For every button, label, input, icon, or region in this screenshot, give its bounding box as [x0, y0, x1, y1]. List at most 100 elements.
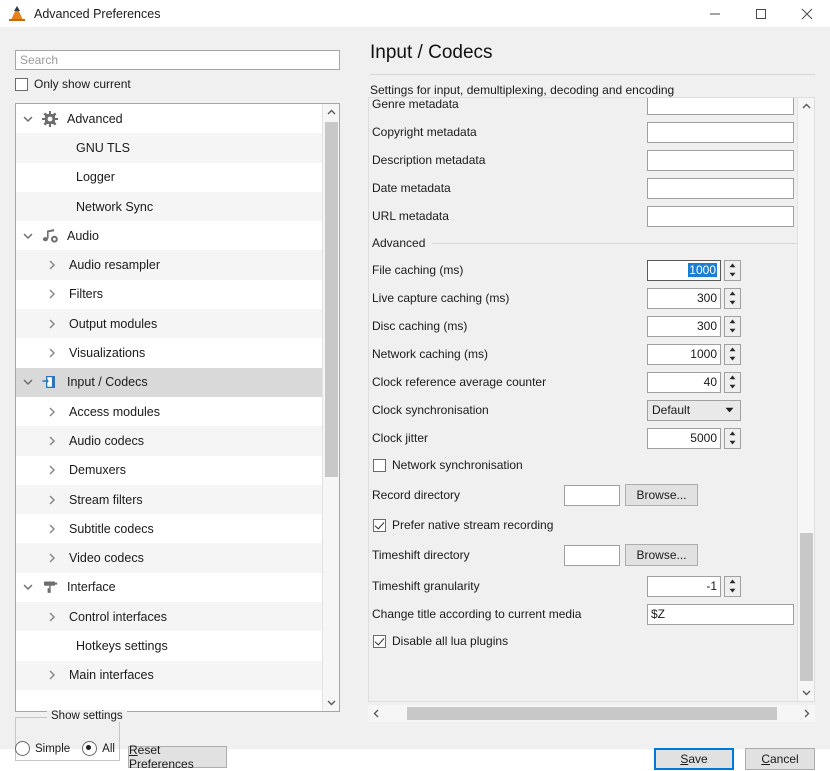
- tree-item-advanced[interactable]: Advanced: [16, 104, 322, 133]
- metadata-input[interactable]: [647, 205, 794, 227]
- chevron-right-icon[interactable]: [40, 670, 64, 680]
- save-button[interactable]: Save: [654, 748, 734, 770]
- spin-up-icon[interactable]: [725, 577, 740, 587]
- tree-scroll-down-icon[interactable]: [323, 694, 339, 711]
- spinbox-value[interactable]: 5000: [647, 427, 721, 449]
- tree-scrollbar-thumb[interactable]: [325, 122, 338, 477]
- settings-scroll-up-icon[interactable]: [798, 98, 814, 115]
- chevron-right-icon[interactable]: [40, 319, 64, 329]
- spinbox[interactable]: -1: [647, 575, 741, 597]
- tree-vertical-scrollbar[interactable]: [322, 104, 339, 711]
- metadata-input[interactable]: [647, 121, 794, 143]
- settings-tree-panel[interactable]: Advanced GNU TLS Logger Network Sync Audio Au…: [15, 103, 340, 712]
- hscroll-thumb[interactable]: [407, 707, 777, 720]
- spin-up-icon[interactable]: [725, 261, 740, 271]
- spin-down-icon[interactable]: [725, 382, 740, 392]
- spinbox-value[interactable]: -1: [647, 575, 721, 597]
- disable-lua-checkbox[interactable]: [373, 634, 386, 648]
- spin-down-icon[interactable]: [725, 326, 740, 336]
- settings-vertical-scrollbar[interactable]: [797, 98, 814, 701]
- spinbox-buttons[interactable]: [724, 427, 741, 449]
- settings-scroll-area[interactable]: Genre metadata Copyright metadata Descript…: [368, 97, 815, 702]
- tree-item-stream-filters[interactable]: Stream filters: [16, 484, 322, 515]
- tree-item-gnu-tls[interactable]: GNU TLS: [16, 133, 322, 163]
- spinbox-buttons[interactable]: [724, 315, 741, 337]
- chevron-down-icon[interactable]: [16, 232, 40, 240]
- tree-item-logger[interactable]: Logger: [16, 163, 322, 192]
- settings-scroll-right-icon[interactable]: [798, 705, 815, 722]
- spinbox-buttons[interactable]: [724, 343, 741, 365]
- spinbox-value[interactable]: 40: [647, 371, 721, 393]
- record-directory-input[interactable]: [564, 484, 620, 506]
- spinbox[interactable]: 5000: [647, 427, 741, 449]
- tree-item-visualizations[interactable]: Visualizations: [16, 338, 322, 367]
- tree-scroll-up-icon[interactable]: [323, 104, 339, 121]
- tree-item-access-modules[interactable]: Access modules: [16, 397, 322, 426]
- spinbox[interactable]: 300: [647, 315, 741, 337]
- tree-item-main-interfaces[interactable]: Main interfaces: [16, 660, 322, 690]
- tree-item-control-interfaces[interactable]: Control interfaces: [16, 602, 322, 632]
- disable-lua-row[interactable]: Disable all lua plugins: [369, 628, 799, 654]
- chevron-right-icon[interactable]: [40, 465, 64, 475]
- spinbox-value[interactable]: 1000: [647, 259, 721, 281]
- tree-item-hotkeys-settings[interactable]: Hotkeys settings: [16, 631, 322, 660]
- chevron-right-icon[interactable]: [40, 407, 64, 417]
- settings-scrollbar-thumb[interactable]: [800, 533, 813, 681]
- chevron-right-icon[interactable]: [40, 612, 64, 622]
- settings-tree[interactable]: Advanced GNU TLS Logger Network Sync Audio Au…: [16, 104, 322, 690]
- timeshift-directory-browse-button[interactable]: Browse...: [625, 544, 698, 566]
- chevron-right-icon[interactable]: [40, 524, 64, 534]
- spinbox-buttons[interactable]: [724, 287, 741, 309]
- prefer-native-row[interactable]: Prefer native stream recording: [369, 512, 799, 538]
- spin-down-icon[interactable]: [725, 438, 740, 448]
- tree-item-subtitle-codecs[interactable]: Subtitle codecs: [16, 514, 322, 543]
- tree-item-input-codecs[interactable]: Input / Codecs: [16, 367, 322, 397]
- cancel-button[interactable]: Cancel: [745, 748, 815, 770]
- spinbox-value[interactable]: 1000: [647, 343, 721, 365]
- settings-horizontal-scrollbar[interactable]: [368, 705, 815, 722]
- chevron-right-icon[interactable]: [40, 348, 64, 358]
- tree-item-network-sync[interactable]: Network Sync: [16, 191, 322, 222]
- minimize-icon[interactable]: [692, 0, 738, 27]
- spinbox[interactable]: 300: [647, 287, 741, 309]
- tree-item-audio[interactable]: Audio: [16, 221, 322, 250]
- spinbox[interactable]: 1000: [647, 343, 741, 365]
- chevron-right-icon[interactable]: [40, 494, 64, 505]
- spin-up-icon[interactable]: [725, 429, 740, 439]
- spinbox-value[interactable]: 300: [647, 287, 721, 309]
- tree-item-demuxers[interactable]: Demuxers: [16, 456, 322, 485]
- tree-item-video-codecs[interactable]: Video codecs: [16, 543, 322, 573]
- record-directory-browse-button[interactable]: Browse...: [625, 484, 698, 506]
- spinbox-buttons[interactable]: [724, 371, 741, 393]
- search-input[interactable]: [15, 50, 340, 70]
- chevron-down-icon[interactable]: [725, 406, 734, 415]
- settings-scroll-down-icon[interactable]: [798, 684, 814, 701]
- chevron-right-icon[interactable]: [40, 436, 64, 446]
- spin-down-icon[interactable]: [725, 270, 740, 280]
- tree-item-interface[interactable]: Interface: [16, 573, 322, 602]
- hscroll-track[interactable]: [385, 705, 798, 722]
- spinbox[interactable]: 40: [647, 371, 741, 393]
- metadata-input[interactable]: [647, 177, 794, 199]
- spin-up-icon[interactable]: [725, 289, 740, 299]
- tree-item-audio-resampler[interactable]: Audio resampler: [16, 250, 322, 280]
- change-title-input[interactable]: [647, 603, 794, 625]
- spin-up-icon[interactable]: [725, 317, 740, 327]
- chevron-right-icon[interactable]: [40, 553, 64, 563]
- close-icon[interactable]: [784, 0, 830, 27]
- metadata-input[interactable]: [647, 149, 794, 171]
- only-show-current-row[interactable]: Only show current: [15, 77, 131, 91]
- only-show-current-checkbox[interactable]: [15, 77, 28, 91]
- spinbox[interactable]: 1000: [647, 259, 741, 281]
- prefer-native-checkbox[interactable]: [373, 518, 386, 532]
- tree-item-output-modules[interactable]: Output modules: [16, 309, 322, 339]
- metadata-input[interactable]: [647, 98, 794, 115]
- spinbox-buttons[interactable]: [724, 575, 741, 597]
- settings-scroll-left-icon[interactable]: [368, 705, 385, 722]
- chevron-down-icon[interactable]: [16, 583, 40, 591]
- tree-item-filters[interactable]: Filters: [16, 280, 322, 309]
- network-sync-checkbox[interactable]: [373, 458, 386, 472]
- reset-preferences-button[interactable]: Reset Preferences: [128, 743, 227, 771]
- clock-sync-combobox[interactable]: Default: [647, 399, 741, 421]
- maximize-icon[interactable]: [738, 0, 784, 27]
